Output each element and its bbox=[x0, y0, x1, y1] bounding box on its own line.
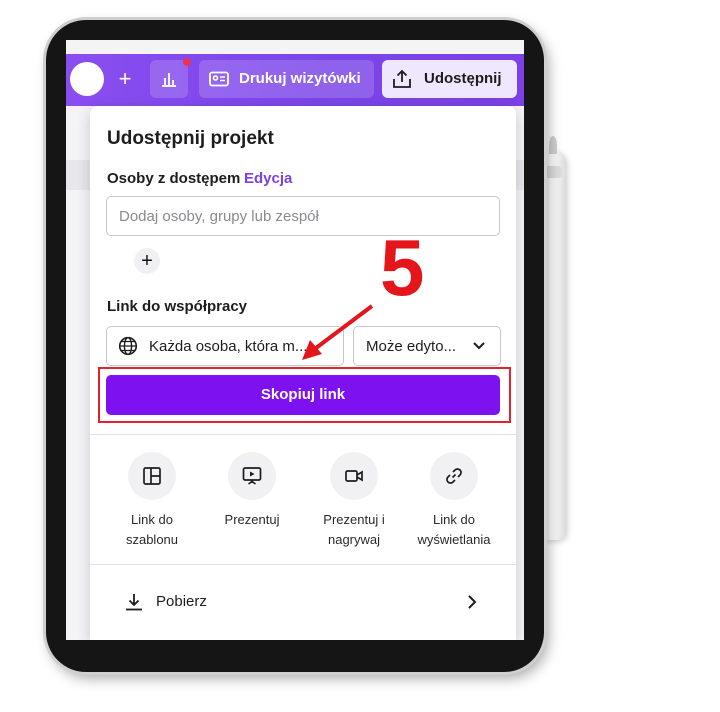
present-option-circle bbox=[228, 452, 276, 500]
share-button-label: Udostępnij bbox=[424, 70, 502, 87]
divider bbox=[90, 434, 516, 435]
globe-icon bbox=[118, 336, 138, 356]
people-with-access-label: Osoby z dostępem bbox=[107, 170, 241, 187]
insights-button[interactable] bbox=[150, 60, 188, 98]
avatar[interactable] bbox=[70, 62, 104, 96]
collaboration-link-label: Link do współpracy bbox=[107, 298, 248, 315]
copy-link-highlight-box bbox=[98, 367, 511, 423]
bar-chart-icon bbox=[162, 73, 176, 87]
print-business-cards-button[interactable]: Drukuj wizytówki bbox=[199, 60, 374, 98]
permission-value: Może edyto... bbox=[366, 338, 457, 355]
tablet-screen: + Drukuj wizytówki Udostępnij Udostępnij… bbox=[66, 40, 524, 640]
add-button[interactable]: + bbox=[112, 66, 138, 92]
panel-title: Udostępnij projekt bbox=[107, 128, 274, 149]
top-app-bar: + Drukuj wizytówki Udostępnij bbox=[66, 54, 524, 106]
annotation-arrow-icon bbox=[302, 304, 374, 360]
view-link-option[interactable]: Link do wyświetlania bbox=[404, 452, 504, 550]
view-link-option-circle bbox=[430, 452, 478, 500]
present-and-record-label: Prezentuj i nagrywaj bbox=[323, 512, 385, 547]
business-card-icon bbox=[209, 71, 229, 87]
present-icon bbox=[242, 467, 262, 485]
template-link-label: Link do szablonu bbox=[125, 512, 179, 547]
link-access-value: Każda osoba, która m... bbox=[149, 338, 308, 355]
camera-icon bbox=[345, 470, 363, 482]
record-option-circle bbox=[330, 452, 378, 500]
present-option[interactable]: Prezentuj bbox=[202, 452, 302, 530]
present-and-record-option[interactable]: Prezentuj i nagrywaj bbox=[304, 452, 404, 550]
template-icon bbox=[143, 467, 161, 485]
divider bbox=[90, 564, 516, 565]
notification-dot bbox=[183, 58, 191, 66]
download-row[interactable]: Pobierz bbox=[90, 582, 516, 622]
download-label: Pobierz bbox=[156, 593, 207, 610]
view-link-label: Link do wyświetlania bbox=[417, 512, 491, 547]
share-upload-icon bbox=[393, 69, 411, 88]
add-person-button[interactable]: + bbox=[134, 248, 160, 274]
step-number-annotation: 5 bbox=[380, 223, 425, 312]
add-people-input[interactable] bbox=[106, 196, 500, 236]
present-label: Prezentuj bbox=[224, 512, 280, 527]
link-icon bbox=[446, 468, 462, 484]
edit-access-link[interactable]: Edycja bbox=[244, 170, 292, 187]
template-link-option[interactable]: Link do szablonu bbox=[102, 452, 202, 550]
share-button[interactable]: Udostępnij bbox=[382, 60, 517, 98]
chevron-right-icon bbox=[468, 595, 477, 609]
download-icon bbox=[126, 594, 142, 611]
chevron-down-icon bbox=[473, 342, 485, 350]
template-option-circle bbox=[128, 452, 176, 500]
print-button-label: Drukuj wizytówki bbox=[239, 70, 361, 87]
